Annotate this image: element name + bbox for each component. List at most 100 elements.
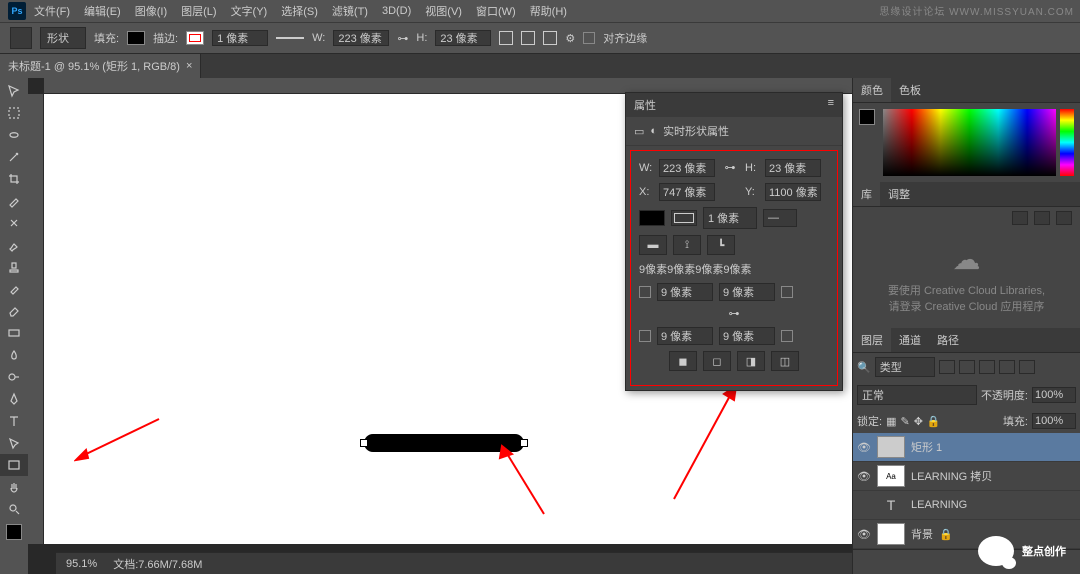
- visibility-icon[interactable]: 👁: [857, 441, 871, 454]
- menu-window[interactable]: 窗口(W): [470, 1, 522, 21]
- heal-tool[interactable]: [0, 212, 28, 234]
- layer-thumb[interactable]: Aa: [877, 465, 905, 487]
- align-edges-checkbox[interactable]: [583, 32, 595, 44]
- fx-icon[interactable]: [948, 554, 966, 570]
- tab-paths[interactable]: 路径: [929, 328, 967, 352]
- search-icon[interactable]: 🔍: [857, 361, 871, 374]
- corner-bl-check[interactable]: [639, 330, 651, 342]
- rectangle-tool[interactable]: [0, 454, 28, 476]
- stroke-swatch[interactable]: [186, 31, 204, 45]
- menu-layer[interactable]: 图层(L): [175, 1, 222, 21]
- tool-preset-icon[interactable]: [10, 27, 32, 49]
- path-select-tool[interactable]: [0, 432, 28, 454]
- wand-tool[interactable]: [0, 146, 28, 168]
- stamp-tool[interactable]: [0, 256, 28, 278]
- stroke-width-input[interactable]: [212, 30, 268, 46]
- crop-tool[interactable]: [0, 168, 28, 190]
- menu-edit[interactable]: 编辑(E): [78, 1, 127, 21]
- layer-name[interactable]: 背景: [911, 526, 933, 542]
- prop-stroke-style[interactable]: —: [763, 209, 797, 227]
- eyedropper-tool[interactable]: [0, 190, 28, 212]
- fg-bg-color-icon[interactable]: [859, 109, 875, 125]
- layer-thumb[interactable]: T: [877, 494, 905, 516]
- tab-libraries[interactable]: 库: [853, 182, 880, 206]
- prop-x-input[interactable]: [659, 183, 715, 201]
- arrange-icon[interactable]: [543, 31, 557, 45]
- prop-h-input[interactable]: [765, 159, 821, 177]
- brush-tool[interactable]: [0, 234, 28, 256]
- tab-color[interactable]: 颜色: [853, 78, 891, 102]
- fill-swatch[interactable]: [127, 31, 145, 45]
- move-tool[interactable]: [0, 80, 28, 102]
- marquee-tool[interactable]: [0, 102, 28, 124]
- tab-swatches[interactable]: 色板: [891, 78, 929, 102]
- corner-br-check[interactable]: [781, 330, 793, 342]
- prop-stroke-swatch[interactable]: [671, 210, 697, 226]
- filter-shape-icon[interactable]: [999, 360, 1015, 374]
- stroke-caps-icon[interactable]: ⟟: [673, 235, 701, 255]
- pathop-intersect-icon[interactable]: ◨: [737, 351, 765, 371]
- height-input[interactable]: [435, 30, 491, 46]
- prop-w-input[interactable]: [659, 159, 715, 177]
- menu-file[interactable]: 文件(F): [28, 1, 76, 21]
- filter-txt-icon[interactable]: [979, 360, 995, 374]
- link-layers-icon[interactable]: [926, 554, 944, 570]
- eraser-tool[interactable]: [0, 300, 28, 322]
- prop-stroke-width[interactable]: 1 像素: [703, 207, 757, 229]
- dodge-tool[interactable]: [0, 366, 28, 388]
- close-tab-icon[interactable]: ×: [186, 60, 192, 72]
- type-tool[interactable]: [0, 410, 28, 432]
- tab-adjust[interactable]: 调整: [880, 182, 918, 206]
- lasso-tool[interactable]: [0, 124, 28, 146]
- menu-help[interactable]: 帮助(H): [524, 1, 573, 21]
- layer-name[interactable]: LEARNING 拷贝: [911, 468, 992, 484]
- gear-icon[interactable]: ⚙: [565, 32, 575, 45]
- lock-all-icon[interactable]: 🔒: [927, 415, 941, 428]
- lock-trans-icon[interactable]: ▦: [886, 415, 896, 428]
- prop-fill-swatch[interactable]: [639, 210, 665, 226]
- hand-tool[interactable]: [0, 476, 28, 498]
- zoom-level[interactable]: 95.1%: [66, 558, 97, 570]
- menu-filter[interactable]: 滤镜(T): [326, 1, 374, 21]
- filter-img-icon[interactable]: [939, 360, 955, 374]
- filter-type-select[interactable]: 类型: [875, 357, 935, 377]
- corner-tr-check[interactable]: [781, 286, 793, 298]
- visibility-icon[interactable]: 👁: [857, 470, 871, 483]
- document-tab[interactable]: 未标题-1 @ 95.1% (矩形 1, RGB/8) ×: [0, 54, 201, 78]
- gradient-tool[interactable]: [0, 322, 28, 344]
- hue-slider[interactable]: [1060, 109, 1074, 176]
- ruler-vertical[interactable]: [28, 94, 44, 544]
- stroke-style-icon[interactable]: [276, 37, 304, 39]
- layer-row[interactable]: T LEARNING: [853, 491, 1080, 520]
- layer-row[interactable]: 👁 Aa LEARNING 拷贝: [853, 462, 1080, 491]
- filter-adj-icon[interactable]: [959, 360, 975, 374]
- tab-channels[interactable]: 通道: [891, 328, 929, 352]
- menu-type[interactable]: 文字(Y): [225, 1, 274, 21]
- properties-panel[interactable]: 属性≡ ▭ ◐ 实时形状属性 W: ⊶ H: X: Y: 1 像素 — ▬ ⟟: [625, 92, 843, 391]
- blend-mode-select[interactable]: 正常: [857, 385, 977, 405]
- menu-select[interactable]: 选择(S): [275, 1, 324, 21]
- corner-br-input[interactable]: [719, 327, 775, 345]
- color-picker[interactable]: [853, 103, 1080, 182]
- shape-mode-select[interactable]: 形状: [40, 27, 86, 49]
- pen-tool[interactable]: [0, 388, 28, 410]
- prop-y-input[interactable]: [765, 183, 821, 201]
- menu-3d[interactable]: 3D(D): [376, 3, 417, 19]
- color-field[interactable]: [883, 109, 1056, 176]
- layer-name[interactable]: 矩形 1: [911, 439, 942, 455]
- pathop-exclude-icon[interactable]: ◫: [771, 351, 799, 371]
- lib-icon-3[interactable]: [1056, 211, 1072, 225]
- layer-thumb[interactable]: [877, 436, 905, 458]
- stroke-align-icon[interactable]: ▬: [639, 235, 667, 255]
- lib-icon-2[interactable]: [1034, 211, 1050, 225]
- path-ops-icon[interactable]: [499, 31, 513, 45]
- zoom-tool[interactable]: [0, 498, 28, 520]
- opacity-input[interactable]: [1032, 387, 1076, 403]
- filter-smart-icon[interactable]: [1019, 360, 1035, 374]
- layer-name[interactable]: LEARNING: [911, 499, 967, 511]
- lock-pos-icon[interactable]: ✥: [914, 415, 923, 428]
- lock-paint-icon[interactable]: ✎: [900, 415, 909, 428]
- foreground-background-colors[interactable]: [6, 524, 22, 540]
- width-input[interactable]: [333, 30, 389, 46]
- corner-tr-input[interactable]: [719, 283, 775, 301]
